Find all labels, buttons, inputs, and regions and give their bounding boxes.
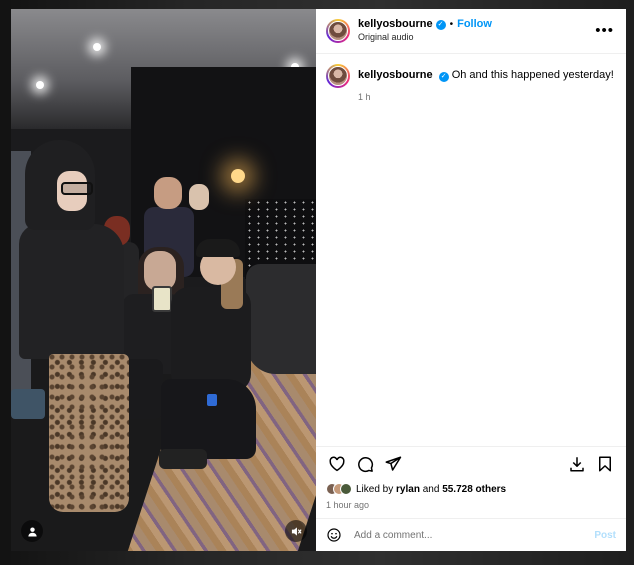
audio-link[interactable]: Original audio [358,31,492,44]
paper-plane-icon[interactable] [382,453,404,475]
caption-avatar[interactable] [326,64,350,88]
smiley-icon[interactable] [326,527,342,543]
likes-summary: Liked by rylan and 55.728 others [316,481,626,497]
post-header: kellyosbourne ✓ • Follow Original audio … [316,9,626,54]
post-video[interactable] [11,9,316,551]
bookmark-icon[interactable] [594,453,616,475]
verified-badge-icon: ✓ [438,72,449,82]
mute-icon[interactable] [285,520,307,542]
verified-badge-icon: ✓ [435,19,446,30]
caption-username[interactable]: kellyosbourne [358,69,433,81]
header-username[interactable]: kellyosbourne [358,18,433,31]
comment-input[interactable] [352,528,595,542]
post-button[interactable]: Post [594,530,616,541]
liked-by-user[interactable]: rylan [396,484,420,495]
likes-count[interactable]: 55.728 others [442,484,506,495]
comment-bubble-icon[interactable] [354,453,376,475]
caption-text: Oh and this happened yesterday! [451,69,614,81]
user-icon[interactable] [21,520,43,542]
caption: kellyosbourne ✓ Oh and this happened yes… [326,64,616,88]
post-modal: kellyosbourne ✓ • Follow Original audio … [11,9,626,551]
likes-joiner: and [422,483,440,495]
heart-icon[interactable] [326,453,348,475]
post-side-panel: kellyosbourne ✓ • Follow Original audio … [316,9,626,551]
likes-prefix: Liked by [356,483,394,495]
caption-age: 1 h [358,92,371,102]
post-time: 1 hour ago [326,500,370,510]
follow-button[interactable]: Follow [457,18,492,31]
more-options-icon[interactable]: ••• [595,22,614,39]
download-icon[interactable] [566,453,588,475]
separator-dot: • [449,19,454,30]
comment-box: Post [316,518,626,551]
comments-area: kellyosbourne ✓ Oh and this happened yes… [316,54,626,446]
liker-avatar[interactable] [340,483,352,495]
action-bar [316,446,626,481]
avatar[interactable] [326,19,350,43]
